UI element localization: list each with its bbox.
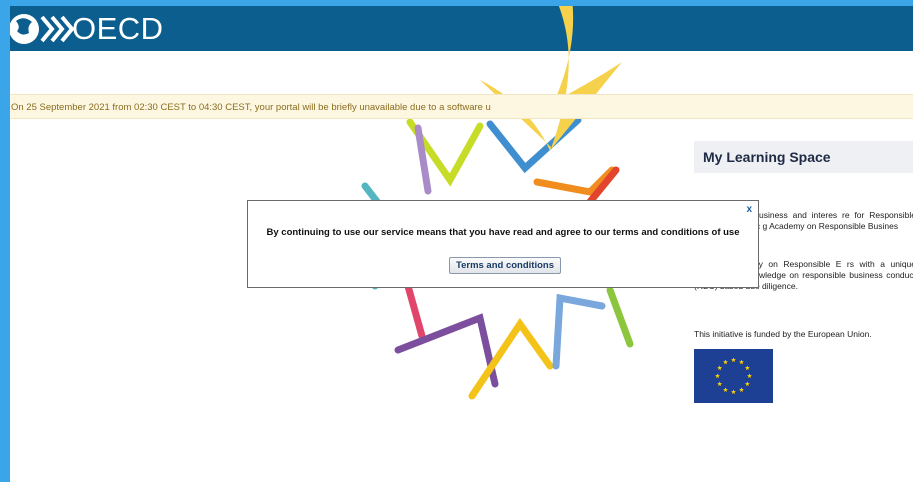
modal-close-button[interactable]: x	[746, 204, 752, 215]
oecd-logo[interactable]: OECD	[10, 9, 164, 49]
sidebar-header: My Learning Space	[694, 141, 913, 173]
logo-text: OECD	[72, 11, 164, 46]
funding-text: This initiative is funded by the Europea…	[694, 329, 872, 339]
oecd-logo-mark-icon	[10, 14, 75, 44]
terms-and-conditions-button[interactable]: Terms and conditions	[449, 257, 561, 274]
maintenance-notice: On 25 September 2021 from 02:30 CEST to …	[10, 94, 913, 119]
modal-message: By continuing to use our service means t…	[266, 227, 740, 238]
terms-modal: x By continuing to use our service means…	[247, 200, 759, 288]
page: OECD On 25 September 2021 from 02:30 CES…	[10, 6, 913, 482]
eu-flag-icon	[694, 349, 773, 403]
sidebar-title: My Learning Space	[703, 149, 831, 165]
